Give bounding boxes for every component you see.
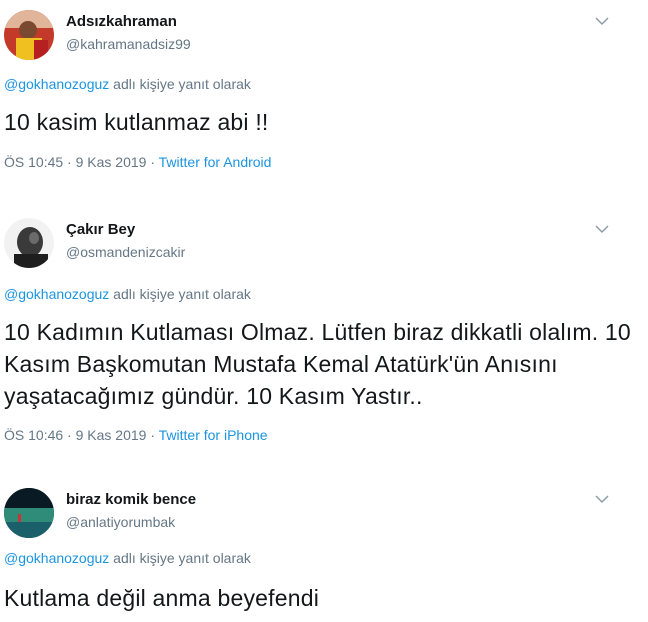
chevron-down-icon[interactable]: [594, 14, 610, 26]
username[interactable]: @anlatiyorumbak: [66, 514, 175, 530]
reply-label: adlı kişiye yanıt olarak: [109, 550, 251, 566]
tweet-meta: ÖS 10:45 · 9 Kas 2019 · Twitter for Andr…: [4, 154, 271, 170]
source-link[interactable]: Twitter for iPhone: [159, 427, 268, 443]
chevron-down-icon[interactable]: [594, 222, 610, 234]
reply-mention-link[interactable]: @gokhanozoguz: [4, 76, 109, 92]
tweet: Adsızkahraman @kahramanadsiz99 @gokhanoz…: [0, 0, 648, 170]
reply-context: @gokhanozoguz adlı kişiye yanıt olarak: [4, 550, 251, 566]
tweet-meta: ÖS 10:46 · 9 Kas 2019 · Twitter for iPho…: [4, 427, 268, 443]
source-link[interactable]: Twitter for Android: [159, 154, 272, 170]
tweet: Çakır Bey @osmandenizcakir @gokhanozoguz…: [0, 208, 648, 443]
display-name[interactable]: biraz komik bence: [66, 491, 196, 508]
display-name[interactable]: Çakır Bey: [66, 221, 135, 238]
avatar[interactable]: [4, 10, 54, 60]
tweet-text: 10 kasim kutlanmaz abi !!: [4, 109, 269, 135]
reply-label: adlı kişiye yanıt olarak: [109, 76, 251, 92]
avatar[interactable]: [4, 218, 54, 268]
tweet-text: Kutlama değil anma beyefendi: [4, 585, 320, 611]
tweet-header: Çakır Bey @osmandenizcakir: [0, 208, 648, 274]
timestamp[interactable]: ÖS 10:46 · 9 Kas 2019 ·: [4, 427, 159, 443]
username[interactable]: @osmandenizcakir: [66, 244, 185, 260]
tweet-header: biraz komik bence @anlatiyorumbak: [0, 478, 648, 544]
reply-label: adlı kişiye yanıt olarak: [109, 286, 251, 302]
reply-context: @gokhanozoguz adlı kişiye yanıt olarak: [4, 76, 251, 92]
chevron-down-icon[interactable]: [594, 492, 610, 504]
reply-context: @gokhanozoguz adlı kişiye yanıt olarak: [4, 286, 251, 302]
username[interactable]: @kahramanadsiz99: [66, 36, 191, 52]
display-name[interactable]: Adsızkahraman: [66, 13, 177, 30]
reply-mention-link[interactable]: @gokhanozoguz: [4, 550, 109, 566]
tweet-text: 10 Kadımın Kutlaması Olmaz. Lütfen biraz…: [4, 319, 631, 409]
tweet: biraz komik bence @anlatiyorumbak @gokha…: [0, 478, 648, 611]
timestamp[interactable]: ÖS 10:45 · 9 Kas 2019 ·: [4, 154, 159, 170]
tweet-header: Adsızkahraman @kahramanadsiz99: [0, 0, 648, 66]
avatar[interactable]: [4, 488, 54, 538]
reply-mention-link[interactable]: @gokhanozoguz: [4, 286, 109, 302]
